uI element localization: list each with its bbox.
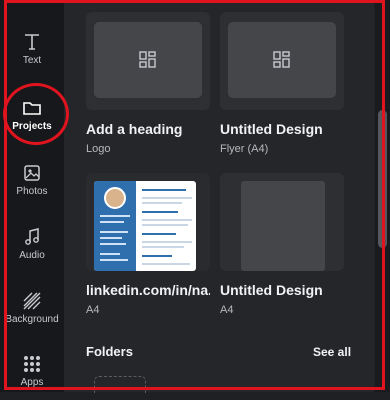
design-type: Logo	[86, 143, 111, 155]
text-icon	[25, 34, 39, 50]
design-type: A4	[220, 304, 234, 316]
music-icon	[25, 228, 39, 245]
sidebar: Text Projects Photos Audio Background Ap…	[0, 0, 64, 392]
sidebar-item-label: Projects	[12, 121, 52, 132]
background-icon	[23, 292, 41, 310]
design-type: A4	[86, 304, 100, 316]
sidebar-item-label: Audio	[19, 250, 45, 261]
folder-icon	[23, 102, 41, 115]
scrollbar-thumb[interactable]	[378, 110, 387, 248]
resume-preview	[94, 181, 196, 271]
design-thumbnail[interactable]	[86, 173, 210, 271]
sidebar-item-audio[interactable]: Audio	[0, 209, 64, 273]
design-title: Untitled Design	[220, 282, 323, 298]
folder-placeholder[interactable]	[94, 376, 146, 393]
sidebar-item-projects[interactable]: Projects	[0, 80, 64, 144]
template-icon	[273, 51, 290, 68]
avatar	[104, 187, 126, 209]
design-thumbnail[interactable]	[220, 173, 344, 271]
sidebar-item-label: Apps	[20, 377, 44, 388]
design-title: Untitled Design	[220, 121, 323, 137]
design-thumbnail[interactable]	[86, 12, 210, 110]
folders-heading: Folders	[86, 344, 133, 359]
sidebar-item-label: Photos	[16, 186, 48, 197]
design-title: Add a heading	[86, 121, 183, 137]
sidebar-item-background[interactable]: Background	[0, 273, 64, 337]
design-title: linkedin.com/in/na...	[86, 282, 210, 298]
sidebar-item-label: Text	[22, 55, 42, 66]
see-all-link[interactable]: See all	[313, 345, 351, 359]
scrollbar[interactable]	[375, 0, 390, 392]
projects-panel: Add a heading Logo Untitled Design Flyer…	[64, 0, 374, 393]
photo-icon	[24, 165, 40, 181]
sidebar-item-text[interactable]: Text	[0, 14, 64, 78]
apps-grid-icon	[24, 356, 40, 372]
design-thumbnail[interactable]	[220, 12, 344, 110]
sidebar-item-apps[interactable]: Apps	[0, 336, 64, 400]
design-type: Flyer (A4)	[220, 143, 269, 155]
template-icon	[139, 51, 156, 68]
sidebar-item-photos[interactable]: Photos	[0, 145, 64, 209]
sidebar-item-label: Background	[5, 314, 59, 325]
